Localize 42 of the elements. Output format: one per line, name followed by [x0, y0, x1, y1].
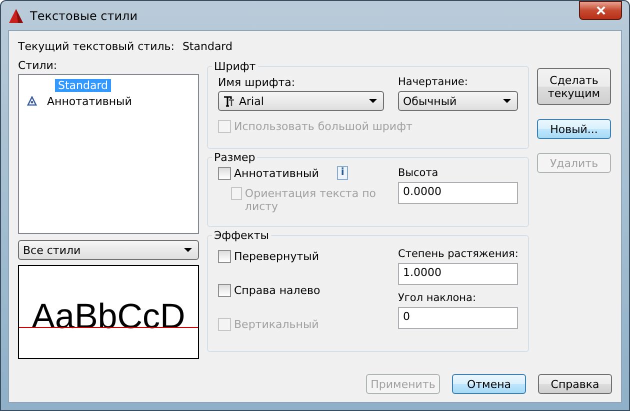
- font-dropdown[interactable]: Arial: [218, 91, 384, 111]
- caret-icon: [369, 99, 377, 103]
- checkbox-label: Перевернутый: [234, 250, 319, 263]
- close-icon: [596, 6, 606, 15]
- checkbox-label: Ориентация текста по листу: [244, 187, 378, 213]
- group-title: Размер: [213, 151, 256, 164]
- font-style-dropdown[interactable]: Обычный: [398, 91, 518, 111]
- caret-icon: [503, 99, 511, 103]
- caret-icon: [184, 248, 192, 252]
- group-title: Эффекты: [213, 229, 270, 242]
- annotative-icon: [27, 96, 37, 106]
- checkbox[interactable]: [218, 284, 231, 297]
- truetype-icon: [223, 96, 235, 106]
- height-field[interactable]: 0.0000: [398, 182, 518, 204]
- dialog-button[interactable]: Новый...: [537, 119, 611, 139]
- checkbox[interactable]: [218, 250, 231, 263]
- styles-list[interactable]: Standard Аннотативный: [18, 74, 199, 234]
- checkbox-label: Аннотативный: [234, 166, 319, 180]
- window-title: Текстовые стили: [30, 8, 138, 22]
- style-item[interactable]: Аннотативный: [44, 94, 135, 108]
- field-label: Имя шрифта:: [218, 76, 296, 90]
- close-button[interactable]: [579, 1, 622, 20]
- styles-label: Стили:: [18, 59, 58, 73]
- checkbox-label: Справа налево: [234, 284, 320, 297]
- group-title: Шрифт: [213, 60, 257, 73]
- filter-dropdown[interactable]: Все стили: [18, 240, 199, 260]
- info-icon: i: [336, 166, 348, 180]
- field-label: Начертание:: [398, 76, 469, 90]
- current-style-label: Текущий текстовый стиль:: [18, 40, 174, 55]
- checkbox-label: Использовать большой шрифт: [234, 120, 412, 133]
- checkbox[interactable]: [218, 166, 231, 180]
- field-label: Угол наклона:: [398, 292, 478, 306]
- current-style-value: Standard: [182, 40, 232, 55]
- field-label: Степень растяжения:: [398, 248, 518, 262]
- dialog-button[interactable]: Отмена: [452, 374, 526, 394]
- dialog-button[interactable]: Справка: [538, 374, 612, 394]
- checkbox-label: Вертикальный: [234, 318, 319, 331]
- oblique-angle-field[interactable]: 0: [398, 307, 518, 329]
- app-icon: [8, 8, 24, 24]
- width-factor-field[interactable]: 1.0000: [398, 263, 518, 285]
- field-label: Высота: [398, 167, 440, 181]
- dialog-button[interactable]: Сделать текущим: [537, 68, 611, 105]
